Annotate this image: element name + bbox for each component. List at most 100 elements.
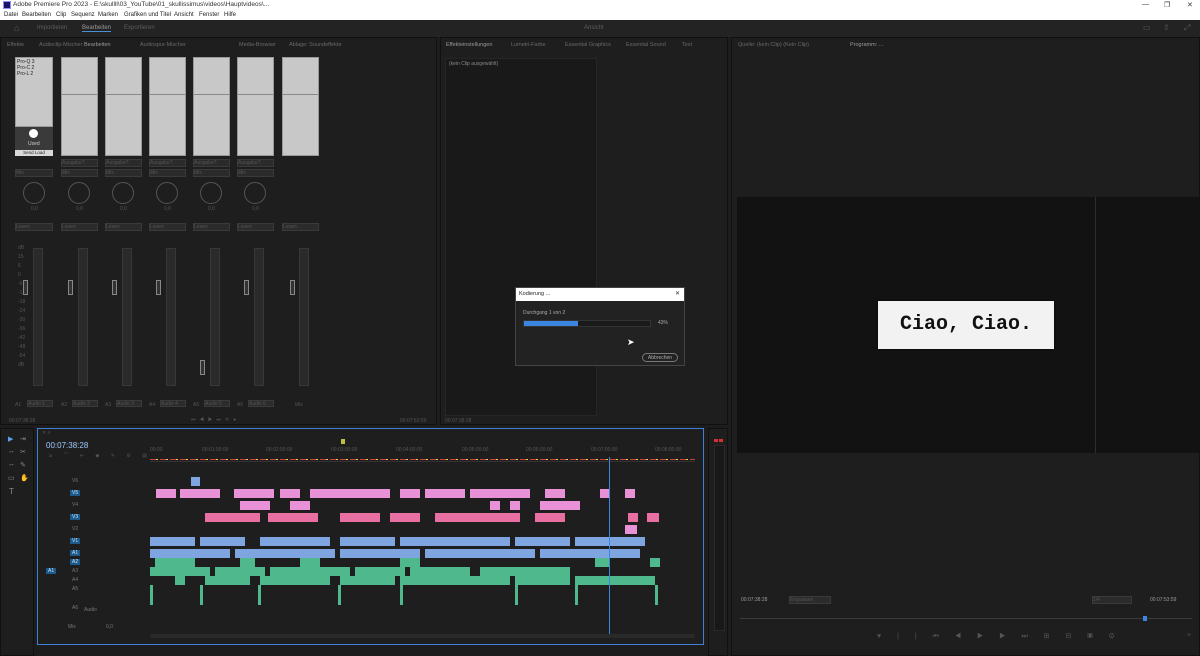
tab-media-browser[interactable]: Media-Browser bbox=[239, 42, 276, 48]
tab-source[interactable]: Quelle: (kein Clip) (Kein Clip) bbox=[738, 42, 809, 48]
timeline-clip[interactable] bbox=[545, 489, 565, 498]
timeline-clip[interactable] bbox=[300, 558, 320, 567]
automation-mode-7[interactable]: Lesen bbox=[282, 223, 319, 231]
timeline-clip[interactable] bbox=[400, 585, 403, 605]
menu-graphics[interactable]: Grafiken und Titel bbox=[124, 12, 171, 18]
timeline-clip[interactable] bbox=[540, 501, 570, 510]
timeline-ruler[interactable]: 00:00 00:01:00:00 00:02:00:00 00:03:00:0… bbox=[150, 447, 695, 462]
timeline-clip[interactable] bbox=[270, 567, 350, 576]
timeline-clip[interactable] bbox=[595, 558, 610, 567]
timeline-clip[interactable] bbox=[575, 585, 578, 605]
timeline-clip[interactable] bbox=[340, 537, 395, 546]
track-label-v6[interactable]: V6 bbox=[72, 478, 78, 484]
tab-program[interactable]: Programm: ... bbox=[850, 42, 883, 48]
timeline-playhead[interactable] bbox=[609, 457, 611, 637]
workspace-edit[interactable]: Bearbeiten bbox=[82, 25, 112, 32]
workspace-export[interactable]: Exportieren bbox=[124, 25, 155, 31]
mix-dropdown-5[interactable]: Mix bbox=[193, 169, 230, 177]
pan-knob-6[interactable] bbox=[244, 182, 266, 204]
timeline-clip[interactable] bbox=[215, 567, 265, 576]
timeline-clip[interactable] bbox=[260, 576, 330, 585]
preset-pro-l2[interactable]: Pro-L 2 bbox=[17, 71, 33, 77]
program-video-frame[interactable]: Ciao, Ciao. bbox=[737, 197, 1199, 453]
timeline-clip[interactable] bbox=[156, 489, 176, 498]
timeline-clip[interactable] bbox=[515, 576, 570, 585]
menu-edit[interactable]: Bearbeiten bbox=[22, 12, 51, 18]
timeline-clip[interactable] bbox=[655, 585, 658, 605]
mixer-transport-controls[interactable]: ⏮◀▶⏭⟲● bbox=[191, 417, 240, 423]
timeline-clip[interactable] bbox=[510, 501, 520, 510]
timeline-clip[interactable] bbox=[390, 513, 420, 522]
channel-strip-7[interactable] bbox=[282, 57, 319, 156]
volume-fader-1[interactable] bbox=[23, 280, 28, 295]
automation-mode-5[interactable]: Lesen bbox=[193, 223, 230, 231]
source-patch-a1[interactable]: A1 bbox=[46, 568, 57, 574]
menu-help[interactable]: Hilfe bbox=[224, 12, 236, 18]
timeline-clip[interactable] bbox=[480, 567, 570, 576]
resolution-dropdown[interactable]: 1/4 bbox=[1092, 596, 1132, 604]
tab-essential-graphics[interactable]: Essential Graphics bbox=[565, 42, 611, 48]
timeline-clip[interactable] bbox=[495, 513, 520, 522]
channel-strip-6[interactable] bbox=[237, 57, 274, 156]
menu-sequence[interactable]: Sequenz bbox=[71, 12, 95, 18]
program-scrub-bar[interactable] bbox=[740, 618, 1192, 619]
tab-bin[interactable]: Ablage: Soundeffekte bbox=[289, 42, 342, 48]
timeline-clip[interactable] bbox=[515, 537, 570, 546]
timeline-clip[interactable] bbox=[400, 558, 420, 567]
pan-knob-2[interactable] bbox=[68, 182, 90, 204]
volume-fader-mix[interactable] bbox=[290, 280, 295, 295]
timeline-clip[interactable] bbox=[340, 576, 395, 585]
send-knob-area[interactable]: Used bbox=[15, 127, 53, 151]
channel-strip-4[interactable] bbox=[149, 57, 186, 156]
track-label-a5[interactable]: A5 bbox=[72, 586, 78, 592]
tab-effect-controls[interactable]: Effekteinstellungen bbox=[446, 42, 492, 48]
timeline-scrollbar[interactable] bbox=[150, 634, 695, 638]
timeline-clip[interactable] bbox=[650, 558, 660, 567]
send-dropdown-3[interactable]: Ausgabe? bbox=[105, 159, 142, 167]
timeline-tracks[interactable] bbox=[150, 477, 695, 632]
timeline-clip[interactable] bbox=[191, 477, 200, 486]
tab-audio-track-mixer[interactable]: Audiospur-Mischer bbox=[140, 42, 186, 48]
mix-dropdown-2[interactable]: Mix bbox=[61, 169, 98, 177]
minimize-button[interactable]: — bbox=[1142, 1, 1149, 8]
tab-audio-clip-mixer[interactable]: Audioclip-Mischer bbox=[39, 42, 82, 48]
timeline-clip[interactable] bbox=[515, 585, 518, 605]
timeline-clip[interactable] bbox=[625, 525, 637, 534]
tab-edit[interactable]: Bearbeiten bbox=[84, 42, 111, 48]
selection-tool-icon[interactable]: ▶ bbox=[8, 435, 13, 443]
pan-knob-5[interactable] bbox=[200, 182, 222, 204]
track-label-v3[interactable]: V3 bbox=[70, 514, 81, 520]
timeline-clip[interactable] bbox=[205, 576, 250, 585]
timeline-timecode[interactable]: 00:07:38:28 bbox=[46, 441, 88, 450]
track-label-v2[interactable]: V2 bbox=[72, 526, 78, 532]
timeline-clip[interactable] bbox=[647, 513, 659, 522]
timeline-clip[interactable] bbox=[338, 585, 341, 605]
timeline-clip[interactable] bbox=[150, 537, 195, 546]
timeline-clip[interactable] bbox=[400, 576, 510, 585]
pan-knob-4[interactable] bbox=[156, 182, 178, 204]
automation-mode-2[interactable]: Lesen bbox=[61, 223, 98, 231]
timeline-clip[interactable] bbox=[258, 585, 261, 605]
timeline-clip[interactable] bbox=[234, 489, 274, 498]
timeline-clip[interactable] bbox=[150, 585, 153, 605]
timeline-clip[interactable] bbox=[150, 567, 210, 576]
send-dropdown-5[interactable]: Ausgabe? bbox=[193, 159, 230, 167]
tab-lumetri-color[interactable]: Lumetri-Farbe bbox=[511, 42, 546, 48]
timeline-clip[interactable] bbox=[400, 489, 420, 498]
home-icon[interactable]: ⌂ bbox=[14, 23, 19, 33]
share-icon[interactable]: ⇪ bbox=[1163, 23, 1170, 32]
automation-mode-6[interactable]: Lesen bbox=[237, 223, 274, 231]
timeline-clip[interactable] bbox=[240, 501, 270, 510]
timeline-clip[interactable] bbox=[425, 549, 535, 558]
timeline-toolbar[interactable]: ⇲ ⌒ ⇤ ◆ ✎ ⚙ ▤ bbox=[48, 452, 152, 459]
volume-fader-5[interactable] bbox=[200, 360, 205, 375]
track-label-a1[interactable]: A1 bbox=[70, 550, 81, 556]
timeline-clip[interactable] bbox=[260, 537, 330, 546]
workspace-import[interactable]: Importieren bbox=[37, 25, 67, 31]
timeline-marker-icon[interactable] bbox=[341, 439, 345, 444]
timeline-clip[interactable] bbox=[150, 549, 230, 558]
timeline-clip[interactable] bbox=[350, 489, 390, 498]
timeline-clip[interactable] bbox=[570, 501, 580, 510]
send-dropdown-4[interactable]: Ausgabe? bbox=[149, 159, 186, 167]
timeline-clip[interactable] bbox=[410, 567, 470, 576]
